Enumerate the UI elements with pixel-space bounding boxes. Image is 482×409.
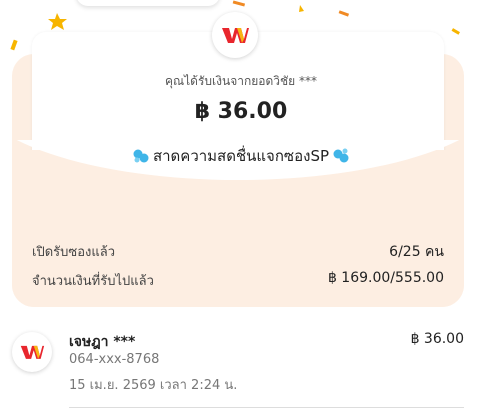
campaign-title-row: สาดความสดชื่นแจกซองSP: [0, 144, 482, 168]
recipient-amount: ฿ 36.00: [410, 331, 464, 347]
received-amount: ฿ 36.00: [194, 99, 288, 124]
recipient-date: 15 เม.ย. 2569 เวลา 2:24 น.: [69, 378, 238, 393]
total-received-row: จำนวนเงินที่รับไปแล้ว ฿ 169.00/555.00: [32, 270, 444, 291]
total-received-value: ฿ 169.00/555.00: [327, 270, 444, 286]
top-tab-edge: [76, 0, 220, 6]
opened-count-value: 6/25 คน: [389, 244, 444, 260]
list-divider: [69, 407, 464, 408]
recipient-list-item[interactable]: เจษฎา *** 064-xxx-8768 15 เม.ย. 2569 เวล…: [0, 322, 482, 402]
recipient-name: เจษฎา ***: [69, 334, 136, 350]
truemoney-logo-icon: [222, 28, 249, 43]
opened-count-row: เปิดรับซองแล้ว 6/25 คน: [32, 241, 444, 263]
brand-logo-badge: [212, 12, 258, 58]
water-splash-icon: [133, 149, 149, 163]
opened-count-label: เปิดรับซองแล้ว: [32, 245, 115, 260]
avatar: [12, 332, 52, 372]
truemoney-logo-icon: [20, 345, 45, 359]
recipient-phone: 064-xxx-8768: [69, 352, 160, 367]
campaign-title: สาดความสดชื่นแจกซองSP: [152, 147, 330, 165]
received-from-label: คุณได้รับเงินจากยอดวิชัย ***: [164, 74, 317, 88]
total-received-label: จำนวนเงินที่รับไปแล้ว: [32, 274, 154, 289]
water-splash-icon: [333, 148, 349, 163]
